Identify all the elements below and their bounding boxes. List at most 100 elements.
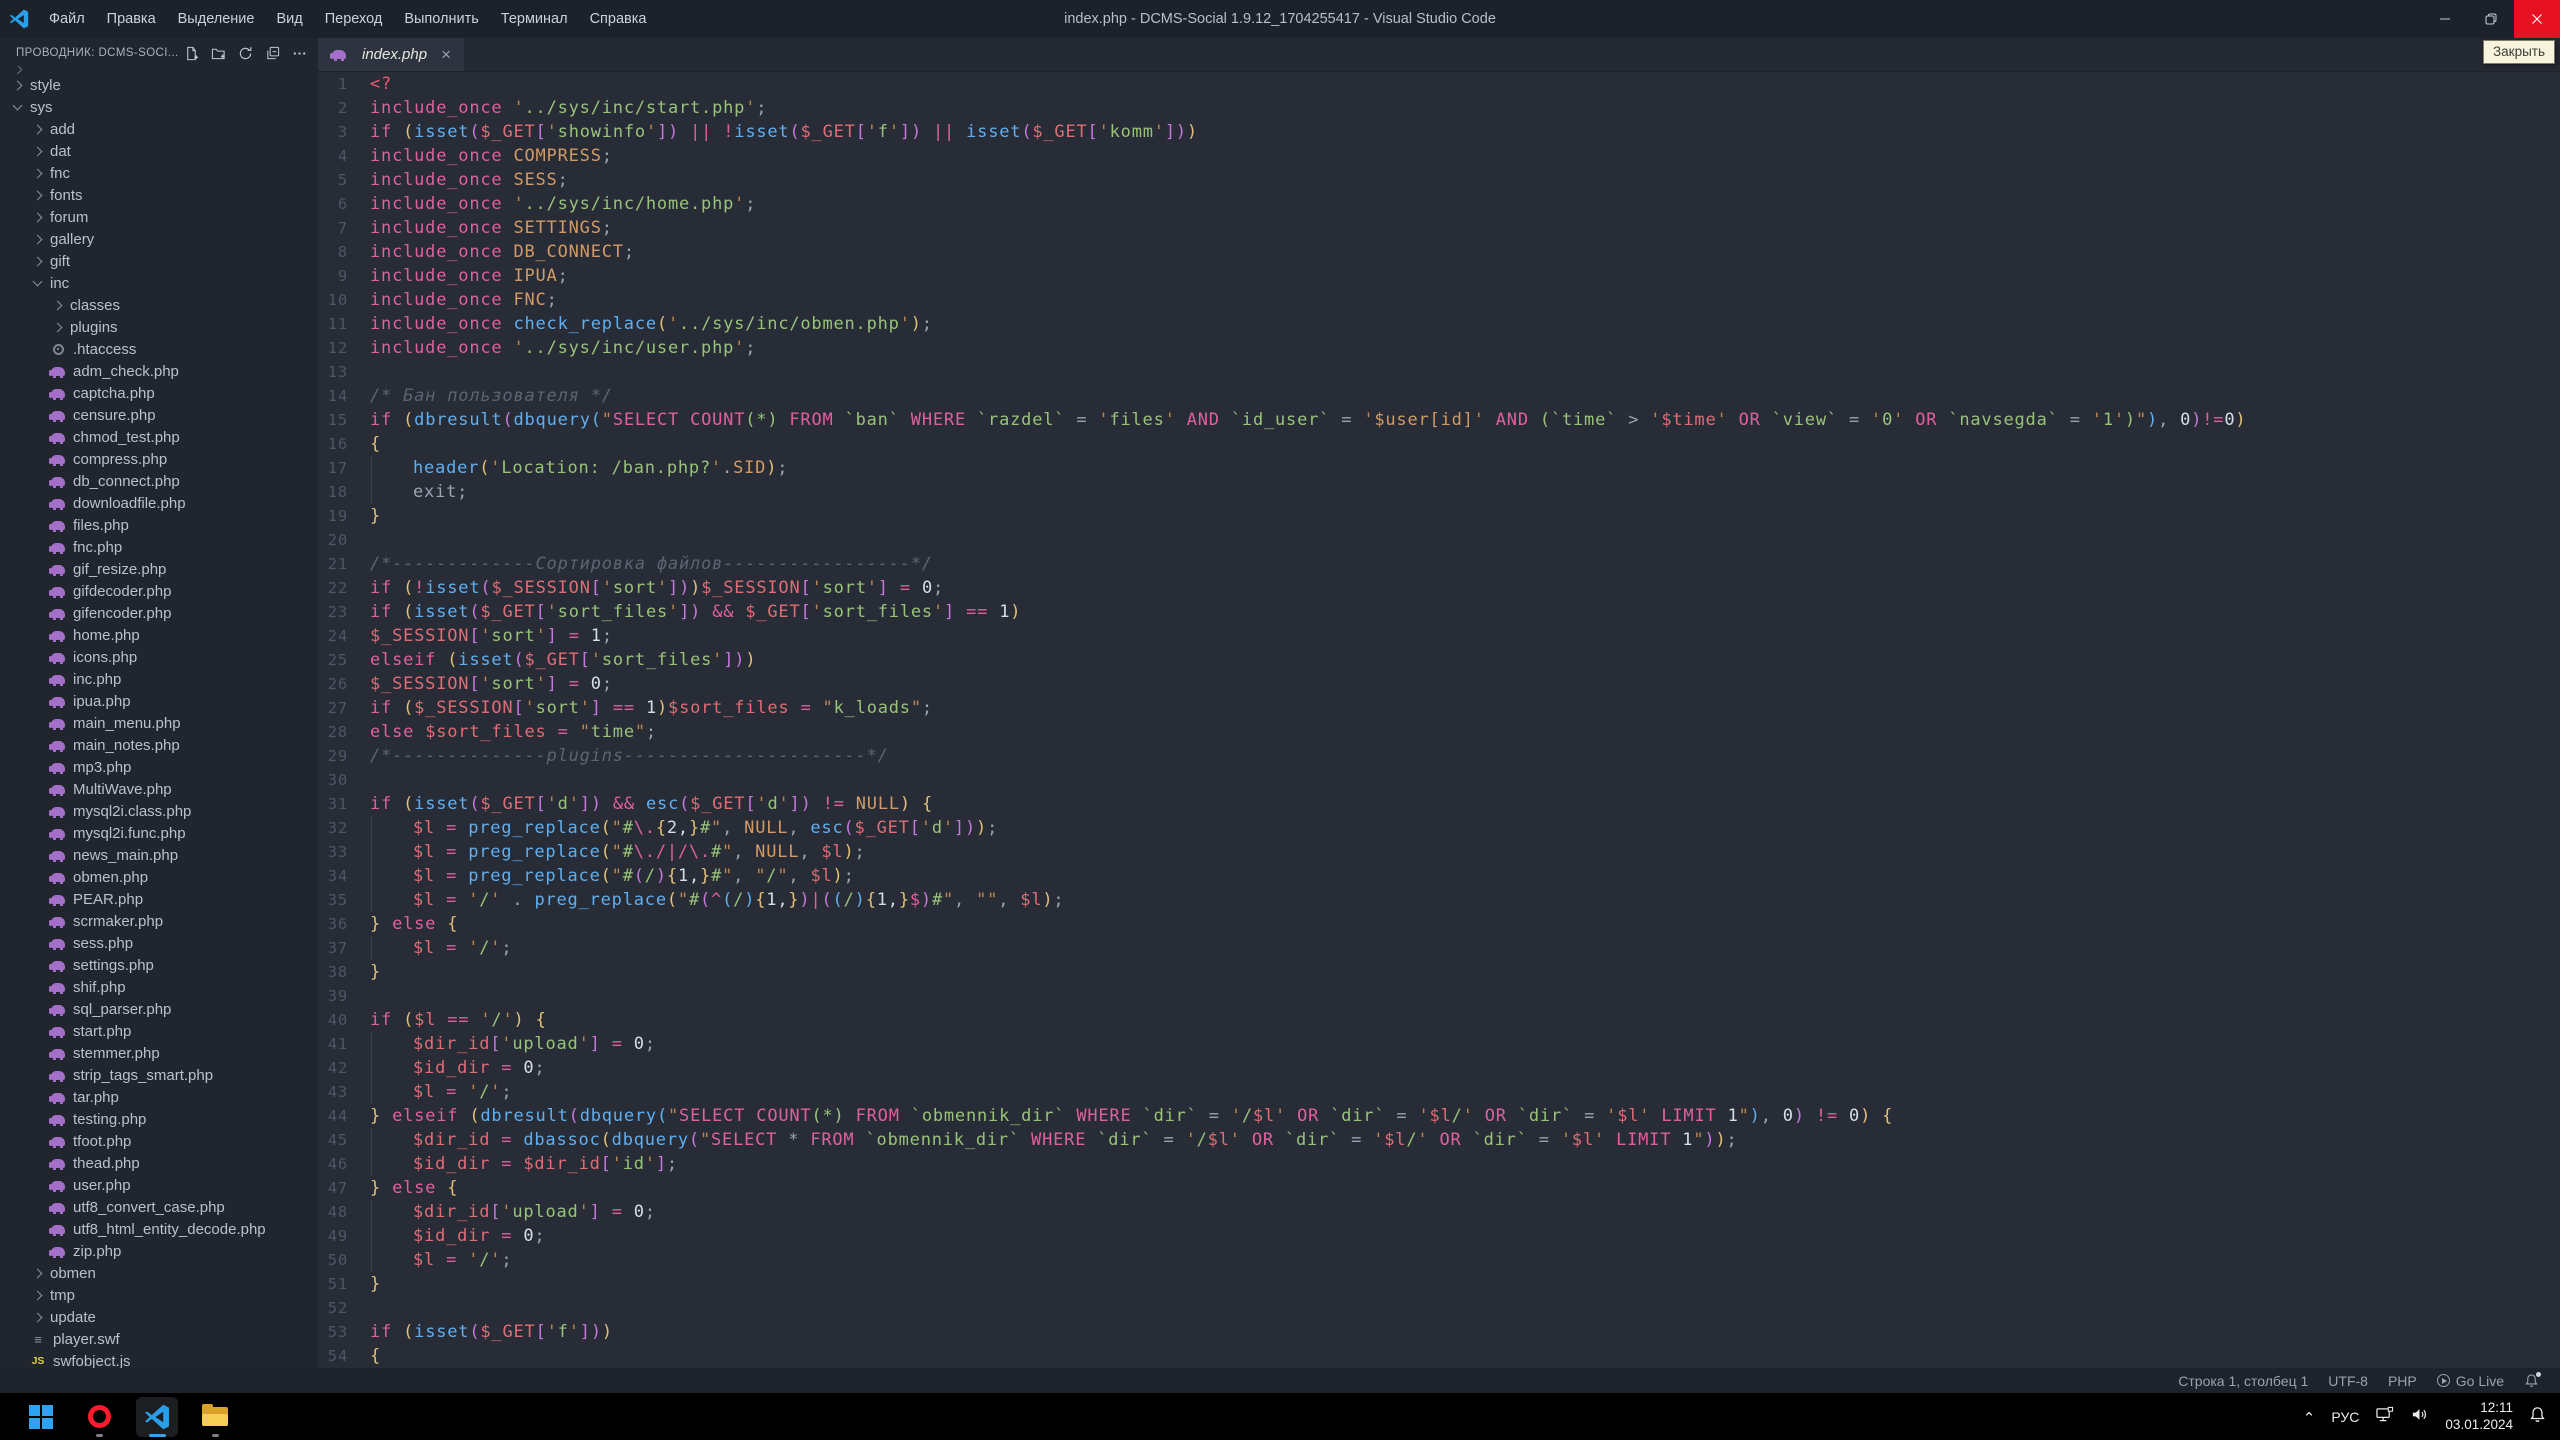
tree-item-thead.php[interactable]: thead.php — [0, 1152, 318, 1174]
code-line-11[interactable]: 11include_once check_replace('../sys/inc… — [318, 312, 2560, 336]
taskbar-clock[interactable]: 12:11 03.01.2024 — [2445, 1400, 2513, 1432]
tree-item-news_main.php[interactable]: news_main.php — [0, 844, 318, 866]
tree-item-zip.php[interactable]: zip.php — [0, 1240, 318, 1262]
close-button[interactable] — [2514, 0, 2560, 38]
tree-item-tar.php[interactable]: tar.php — [0, 1086, 318, 1108]
menu-5[interactable]: Выполнить — [393, 0, 489, 38]
tree-item-obmen[interactable]: obmen — [0, 1262, 318, 1284]
code-line-21[interactable]: 21/*-------------Сортировка файлов------… — [318, 552, 2560, 576]
code-line-18[interactable]: 18exit; — [318, 480, 2560, 504]
code-line-8[interactable]: 8include_once DB_CONNECT; — [318, 240, 2560, 264]
tree-item-strip_tags_smart.php[interactable]: strip_tags_smart.php — [0, 1064, 318, 1086]
code-line-22[interactable]: 22if (!isset($_SESSION['sort']))$_SESSIO… — [318, 576, 2560, 600]
code-line-15[interactable]: 15if (dbresult(dbquery("SELECT COUNT(*) … — [318, 408, 2560, 432]
tree-item-tfoot.php[interactable]: tfoot.php — [0, 1130, 318, 1152]
code-line-17[interactable]: 17header('Location: /ban.php?'.SID); — [318, 456, 2560, 480]
start-button[interactable] — [18, 1395, 64, 1439]
code-line-14[interactable]: 14/* Бан пользователя */ — [318, 384, 2560, 408]
code-line-48[interactable]: 48$dir_id['upload'] = 0; — [318, 1200, 2560, 1224]
code-line-24[interactable]: 24$_SESSION['sort'] = 1; — [318, 624, 2560, 648]
tree-item-plugins[interactable]: plugins — [0, 316, 318, 338]
tree-item-home.php[interactable]: home.php — [0, 624, 318, 646]
tree-item-tmp[interactable]: tmp — [0, 1284, 318, 1306]
code-line-10[interactable]: 10include_once FNC; — [318, 288, 2560, 312]
tree-item-utf8_convert_case.php[interactable]: utf8_convert_case.php — [0, 1196, 318, 1218]
restore-button[interactable] — [2468, 0, 2514, 38]
tree-item-mp3.php[interactable]: mp3.php — [0, 756, 318, 778]
tray-notification-bell-icon[interactable] — [2529, 1406, 2546, 1428]
tree-item-downloadfile.php[interactable]: downloadfile.php — [0, 492, 318, 514]
code-line-27[interactable]: 27if ($_SESSION['sort'] == 1)$sort_files… — [318, 696, 2560, 720]
code-line-32[interactable]: 32$l = preg_replace("#\.{2,}#", NULL, es… — [318, 816, 2560, 840]
menu-2[interactable]: Выделение — [167, 0, 266, 38]
code-line-45[interactable]: 45$dir_id = dbassoc(dbquery("SELECT * FR… — [318, 1128, 2560, 1152]
menu-6[interactable]: Терминал — [490, 0, 579, 38]
tree-item-MultiWave.php[interactable]: MultiWave.php — [0, 778, 318, 800]
tree-item-fnc[interactable]: fnc — [0, 162, 318, 184]
code-line-3[interactable]: 3if (isset($_GET['showinfo']) || !isset(… — [318, 120, 2560, 144]
tree-item-PEAR.php[interactable]: PEAR.php — [0, 888, 318, 910]
code-line-26[interactable]: 26$_SESSION['sort'] = 0; — [318, 672, 2560, 696]
code-line-53[interactable]: 53if (isset($_GET['f'])) — [318, 1320, 2560, 1344]
tree-item-captcha.php[interactable]: captcha.php — [0, 382, 318, 404]
tree-item-obmen.php[interactable]: obmen.php — [0, 866, 318, 888]
code-line-5[interactable]: 5include_once SESS; — [318, 168, 2560, 192]
menu-3[interactable]: Вид — [265, 0, 313, 38]
code-line-54[interactable]: 54{ — [318, 1344, 2560, 1368]
tree-item-main_notes.php[interactable]: main_notes.php — [0, 734, 318, 756]
code-line-7[interactable]: 7include_once SETTINGS; — [318, 216, 2560, 240]
tree-item-forum[interactable]: forum — [0, 206, 318, 228]
tree-item-gallery[interactable]: gallery — [0, 228, 318, 250]
status-encoding[interactable]: UTF-8 — [2318, 1373, 2378, 1389]
code-line-20[interactable]: 20 — [318, 528, 2560, 552]
code-line-13[interactable]: 13 — [318, 360, 2560, 384]
code-line-41[interactable]: 41$dir_id['upload'] = 0; — [318, 1032, 2560, 1056]
tab-index-php[interactable]: index.php × — [318, 38, 464, 71]
code-line-34[interactable]: 34$l = preg_replace("#(/){1,}#", "/", $l… — [318, 864, 2560, 888]
code-line-25[interactable]: 25elseif (isset($_GET['sort_files'])) — [318, 648, 2560, 672]
tree-item-chmod_test.php[interactable]: chmod_test.php — [0, 426, 318, 448]
code-line-33[interactable]: 33$l = preg_replace("#\./|/\.#", NULL, $… — [318, 840, 2560, 864]
code-line-50[interactable]: 50$l = '/'; — [318, 1248, 2560, 1272]
tree-item-sql_parser.php[interactable]: sql_parser.php — [0, 998, 318, 1020]
code-line-38[interactable]: 38} — [318, 960, 2560, 984]
code-line-12[interactable]: 12include_once '../sys/inc/user.php'; — [318, 336, 2560, 360]
tree-item-dat[interactable]: dat — [0, 140, 318, 162]
tree-item-icons.php[interactable]: icons.php — [0, 646, 318, 668]
tree-item-compress.php[interactable]: compress.php — [0, 448, 318, 470]
code-line-37[interactable]: 37$l = '/'; — [318, 936, 2560, 960]
new-folder-icon[interactable] — [207, 42, 229, 64]
tree-item-fonts[interactable]: fonts — [0, 184, 318, 206]
status-go-live[interactable]: Go Live — [2427, 1373, 2514, 1389]
code-line-52[interactable]: 52 — [318, 1296, 2560, 1320]
collapse-folders-icon[interactable] — [261, 42, 283, 64]
menu-7[interactable]: Справка — [579, 0, 658, 38]
tree-item-adm_check.php[interactable]: adm_check.php — [0, 360, 318, 382]
language-indicator[interactable]: РУС — [2331, 1409, 2359, 1425]
menu-0[interactable]: Файл — [38, 0, 96, 38]
code-line-51[interactable]: 51} — [318, 1272, 2560, 1296]
tree-item-settings.php[interactable]: settings.php — [0, 954, 318, 976]
tree-item-utf8_html_entity_decode.php[interactable]: utf8_html_entity_decode.php — [0, 1218, 318, 1240]
code-line-43[interactable]: 43$l = '/'; — [318, 1080, 2560, 1104]
code-line-46[interactable]: 46$id_dir = $dir_id['id']; — [318, 1152, 2560, 1176]
new-file-icon[interactable] — [180, 42, 202, 64]
code-line-1[interactable]: 1<? — [318, 72, 2560, 96]
status-notifications[interactable] — [2514, 1373, 2550, 1389]
tree-row-clipped[interactable] — [0, 66, 318, 74]
status-cursor-position[interactable]: Строка 1, столбец 1 — [2168, 1373, 2318, 1389]
code-line-30[interactable]: 30 — [318, 768, 2560, 792]
network-icon[interactable] — [2375, 1406, 2394, 1428]
taskbar-vscode[interactable] — [134, 1395, 180, 1439]
tree-item-sys[interactable]: sys — [0, 96, 318, 118]
menu-1[interactable]: Правка — [96, 0, 167, 38]
tree-item-player.swf[interactable]: ≡player.swf — [0, 1328, 318, 1350]
status-language-mode[interactable]: PHP — [2378, 1373, 2427, 1389]
code-line-42[interactable]: 42$id_dir = 0; — [318, 1056, 2560, 1080]
tree-item-gif_resize.php[interactable]: gif_resize.php — [0, 558, 318, 580]
tree-item-gifdecoder.php[interactable]: gifdecoder.php — [0, 580, 318, 602]
tree-item-inc.php[interactable]: inc.php — [0, 668, 318, 690]
code-line-28[interactable]: 28else $sort_files = "time"; — [318, 720, 2560, 744]
refresh-icon[interactable] — [234, 42, 256, 64]
code-editor[interactable]: 1<?2include_once '../sys/inc/start.php';… — [318, 72, 2560, 1368]
